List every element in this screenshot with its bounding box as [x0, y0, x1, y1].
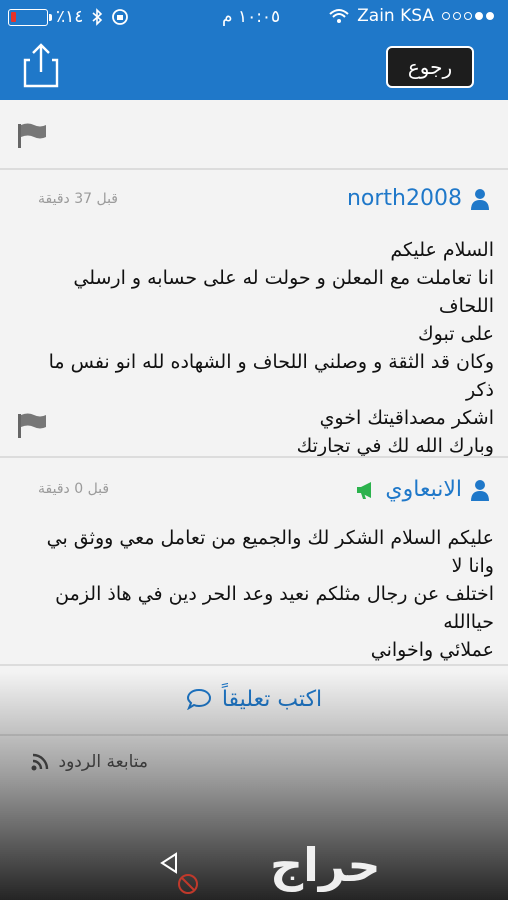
report-flag-icon[interactable] — [16, 122, 48, 148]
comment-author[interactable]: الانبعاوي — [355, 477, 490, 502]
follow-replies-label[interactable]: متابعة الردود — [59, 752, 149, 772]
divider — [0, 456, 508, 458]
write-comment-label[interactable]: اكتب تعليقاً — [222, 687, 322, 712]
status-bar: ٪١٤ ١٠:٠٥ م Zain KSA — [0, 0, 508, 34]
back-button[interactable]: رجوع — [386, 46, 474, 88]
comment-author-name[interactable]: north2008 — [347, 186, 462, 211]
comment-text: السلام عليكم انا تعاملت مع المعلن و حولت… — [48, 239, 494, 457]
status-time: ١٠:٠٥ م — [222, 7, 281, 27]
battery-percent: ٪١٤ — [56, 7, 84, 27]
battery-icon — [8, 8, 52, 26]
rss-icon — [31, 753, 48, 771]
follow-replies-button[interactable]: متابعة الردود — [31, 752, 149, 772]
carrier-name: Zain KSA — [357, 6, 434, 26]
divider — [0, 168, 508, 170]
megaphone-icon — [357, 481, 372, 499]
rotation-lock-icon — [112, 9, 129, 25]
back-arrow-icon[interactable] — [158, 852, 180, 874]
top-bar: ٪١٤ ١٠:٠٥ م Zain KSA رجوع — [0, 0, 508, 100]
wifi-icon — [329, 9, 349, 23]
write-comment-button[interactable]: اكتب تعليقاً — [0, 666, 508, 732]
share-icon[interactable] — [22, 42, 60, 88]
bluetooth-icon — [92, 8, 103, 26]
signal-dots — [442, 12, 494, 20]
comment-author-name[interactable]: الانبعاوي — [385, 477, 462, 502]
divider — [0, 734, 508, 736]
report-flag-icon[interactable] — [16, 412, 48, 438]
comment-text: عليكم السلام الشكر لك والجميع من تعامل م… — [46, 527, 494, 661]
comment-time: قبل 37 دقيقة — [38, 191, 119, 207]
bottom-bar — [0, 832, 508, 900]
no-entry-icon — [178, 874, 198, 894]
user-icon — [471, 479, 489, 501]
comment-time: قبل 0 دقيقة — [38, 481, 110, 497]
comment-author[interactable]: north2008 — [347, 186, 490, 211]
speech-bubble-icon — [186, 688, 211, 710]
user-icon — [471, 188, 489, 210]
haraj-logo: حراج — [270, 838, 381, 892]
